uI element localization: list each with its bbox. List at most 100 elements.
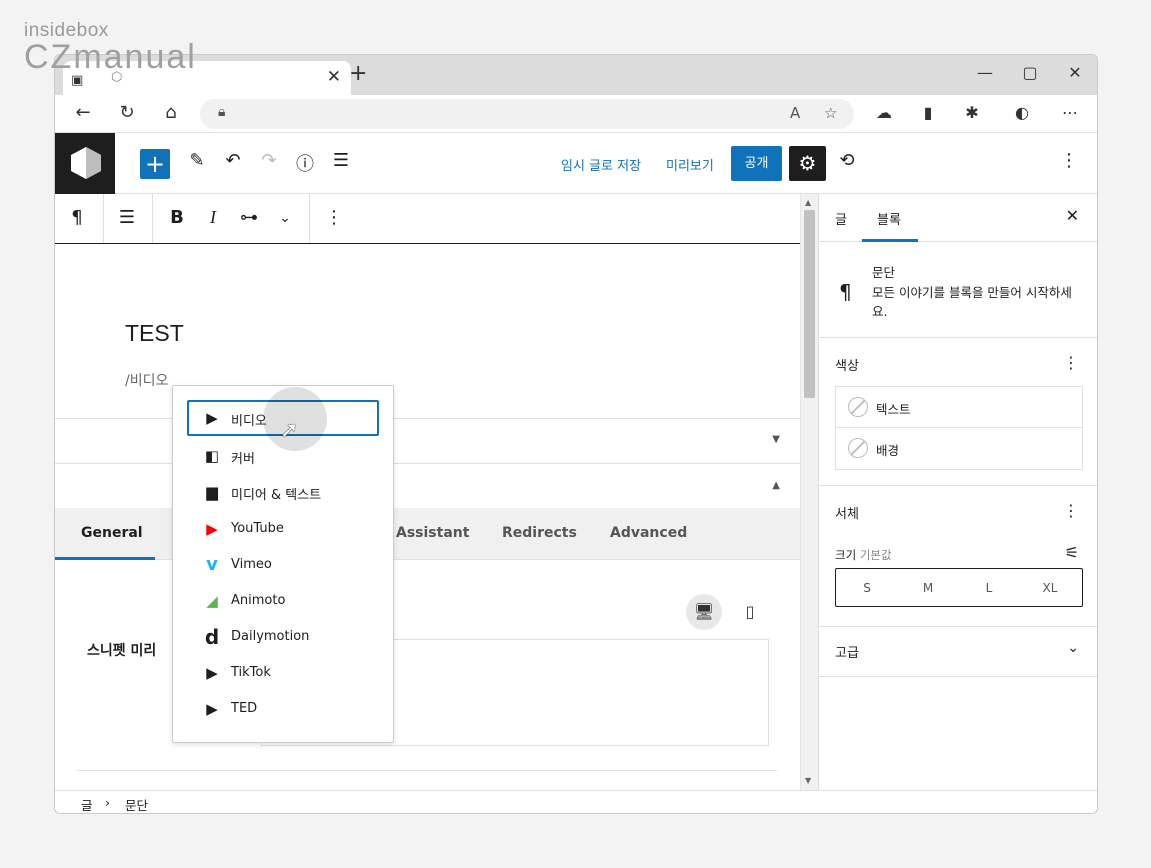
close-sidebar-icon[interactable]: ✕ <box>1066 206 1079 225</box>
scroll-up-arrow-icon[interactable]: ▲ <box>805 198 811 207</box>
add-block-button[interactable]: + <box>140 149 170 179</box>
mobile-preview-icon[interactable]: ▯ <box>732 594 768 630</box>
block-description: 모든 이야기를 블록을 만들어 시작하세요. <box>872 285 1072 319</box>
paragraph-block[interactable]: /비디오 <box>125 370 168 390</box>
chevron-down-icon[interactable]: ⌄ <box>1067 640 1079 656</box>
favorite-star-icon[interactable]: ☆ <box>824 104 837 122</box>
block-card: ¶ 문단 모든 이야기를 블록을 만들어 시작하세요. <box>819 242 1097 338</box>
size-option-s[interactable]: S <box>847 581 887 595</box>
text-color-option[interactable]: 텍스트 <box>836 387 1082 428</box>
profile-icon[interactable]: ◐ <box>1010 103 1034 122</box>
lock-icon[interactable]: 🔒︎ <box>218 104 225 120</box>
options-menu-icon[interactable]: ⋮ <box>1057 150 1081 171</box>
more-formats-chevron-icon[interactable]: ⌄ <box>273 210 297 226</box>
back-icon[interactable]: ← <box>71 102 95 123</box>
tab-advanced[interactable]: Advanced <box>610 525 687 541</box>
inserter-item-youtube[interactable]: ▶ YouTube <box>187 511 379 547</box>
settings-gear-icon[interactable]: ⚙ <box>789 146 826 181</box>
tab-general[interactable]: General <box>81 525 143 541</box>
inserter-item-animoto[interactable]: ◢ Animoto <box>187 583 379 619</box>
inserter-item-tiktok[interactable]: ▶︎ TikTok <box>187 655 379 691</box>
refresh-icon[interactable]: ↻ <box>115 102 139 123</box>
empty-swatch-icon <box>848 438 868 458</box>
advanced-panel-title[interactable]: 고급 <box>835 642 859 661</box>
background-color-option[interactable]: 배경 <box>836 428 1082 469</box>
size-option-l[interactable]: L <box>969 581 1009 595</box>
video-icon: ▶︎ <box>206 409 218 427</box>
title-bar: ▣ ⬡ ✕ + — ▢ ✕ <box>55 55 1097 95</box>
watermark-bottom: CZmanual <box>24 38 197 76</box>
dailymotion-icon: d <box>204 625 220 649</box>
extensions-puzzle-icon[interactable]: ✱ <box>960 103 984 122</box>
breadcrumb-block[interactable]: 문단 <box>125 795 148 813</box>
typography-options-icon[interactable]: ⋮ <box>1063 501 1079 520</box>
color-settings: 텍스트 배경 <box>835 386 1083 470</box>
breadcrumb-post[interactable]: 글 <box>81 795 93 813</box>
preview-button[interactable]: 미리보기 <box>666 155 714 174</box>
tab-close-button[interactable]: ✕ <box>327 67 341 87</box>
cover-icon: ◧ <box>204 447 220 465</box>
redo-icon[interactable]: ↷ <box>257 150 281 171</box>
editor-canvas: TEST /비디오 ▼ ▲ General Assistant Redirect… <box>55 244 800 790</box>
block-name: 문단 <box>872 265 896 280</box>
minimize-button[interactable]: — <box>970 63 1000 82</box>
scroll-down-arrow-icon[interactable]: ▼ <box>805 776 811 785</box>
tab-redirects[interactable]: Redirects <box>502 525 577 541</box>
edit-pencil-icon[interactable]: ✎ <box>185 150 209 171</box>
custom-size-sliders-icon[interactable]: ⚟ <box>1065 543 1079 562</box>
italic-icon[interactable]: I <box>201 207 225 228</box>
tiktok-icon: ▶︎ <box>206 664 218 682</box>
inserter-item-vimeo[interactable]: v Vimeo <box>187 547 379 583</box>
home-icon[interactable]: ⌂ <box>159 102 183 123</box>
post-title[interactable]: TEST <box>125 320 184 347</box>
size-option-m[interactable]: M <box>908 581 948 595</box>
inserter-item-ted[interactable]: ▶︎ TED <box>187 691 379 727</box>
extension-app-icon[interactable]: ▮ <box>916 103 940 122</box>
tab-post[interactable]: 글 <box>835 209 847 228</box>
list-view-icon[interactable]: ☰ <box>329 150 353 171</box>
font-size-label: 크기 기본값 <box>835 548 892 562</box>
panel-expand-caret-icon[interactable]: ▲ <box>772 480 780 491</box>
site-logo-icon[interactable] <box>55 133 115 194</box>
breadcrumb-separator: › <box>105 795 110 810</box>
sidebar-tabs: 글 블록 ✕ <box>819 194 1097 242</box>
read-aloud-icon[interactable]: A <box>790 104 800 122</box>
empty-swatch-icon <box>848 397 868 417</box>
maximize-button[interactable]: ▢ <box>1015 63 1045 82</box>
watermark-logo: insidebox CZmanual <box>24 20 197 76</box>
media-text-icon: ▆ <box>206 483 218 501</box>
cloud-icon[interactable]: ☁ <box>872 103 896 122</box>
scroll-thumb[interactable] <box>804 210 815 398</box>
align-icon[interactable]: ☰ <box>115 207 139 228</box>
paragraph-icon[interactable]: ¶ <box>65 207 89 228</box>
breadcrumb: 글 › 문단 <box>55 790 1097 813</box>
link-icon[interactable]: ⊶ <box>237 207 261 228</box>
color-panel-title[interactable]: 색상 <box>835 355 859 374</box>
bold-icon[interactable]: B <box>165 207 189 228</box>
more-menu-icon[interactable]: ⋯ <box>1058 103 1082 122</box>
undo-icon[interactable]: ↶ <box>221 150 245 171</box>
new-tab-button[interactable]: + <box>349 61 367 86</box>
youtube-icon: ▶ <box>206 520 218 538</box>
editor-scrollbar[interactable]: ▲ ▼ <box>800 194 818 790</box>
inserter-item-media-text[interactable]: ▆ 미디어 & 텍스트 <box>187 474 379 510</box>
publish-button[interactable]: 공개 <box>731 146 782 181</box>
inserter-item-dailymotion[interactable]: d Dailymotion <box>187 619 379 655</box>
desktop-preview-icon[interactable]: 🖥︎ <box>686 594 722 630</box>
tab-assistant[interactable]: Assistant <box>396 525 469 541</box>
size-option-xl[interactable]: XL <box>1030 581 1070 595</box>
color-options-icon[interactable]: ⋮ <box>1063 353 1079 372</box>
block-options-icon[interactable]: ⋮ <box>322 207 346 228</box>
animoto-icon: ◢ <box>206 592 218 610</box>
revisions-history-icon[interactable]: ⟲ <box>835 150 859 171</box>
mouse-cursor-icon: ➚ <box>280 418 299 443</box>
url-input[interactable]: 🔒︎ A ☆ <box>200 99 854 129</box>
address-bar: ← ↻ ⌂ 🔒︎ A ☆ ☁ ▮ ✱ ◐ ⋯ <box>55 95 1097 133</box>
save-draft-button[interactable]: 임시 글로 저장 <box>561 155 641 174</box>
details-info-icon[interactable]: ⓘ <box>293 150 317 176</box>
typography-panel-title[interactable]: 서체 <box>835 503 859 522</box>
panel-collapse-caret-icon[interactable]: ▼ <box>772 434 780 445</box>
tab-block[interactable]: 블록 <box>877 209 901 228</box>
yoast-tabs: General Assistant Redirects Advanced <box>55 508 800 560</box>
window-close-button[interactable]: ✕ <box>1060 63 1090 82</box>
